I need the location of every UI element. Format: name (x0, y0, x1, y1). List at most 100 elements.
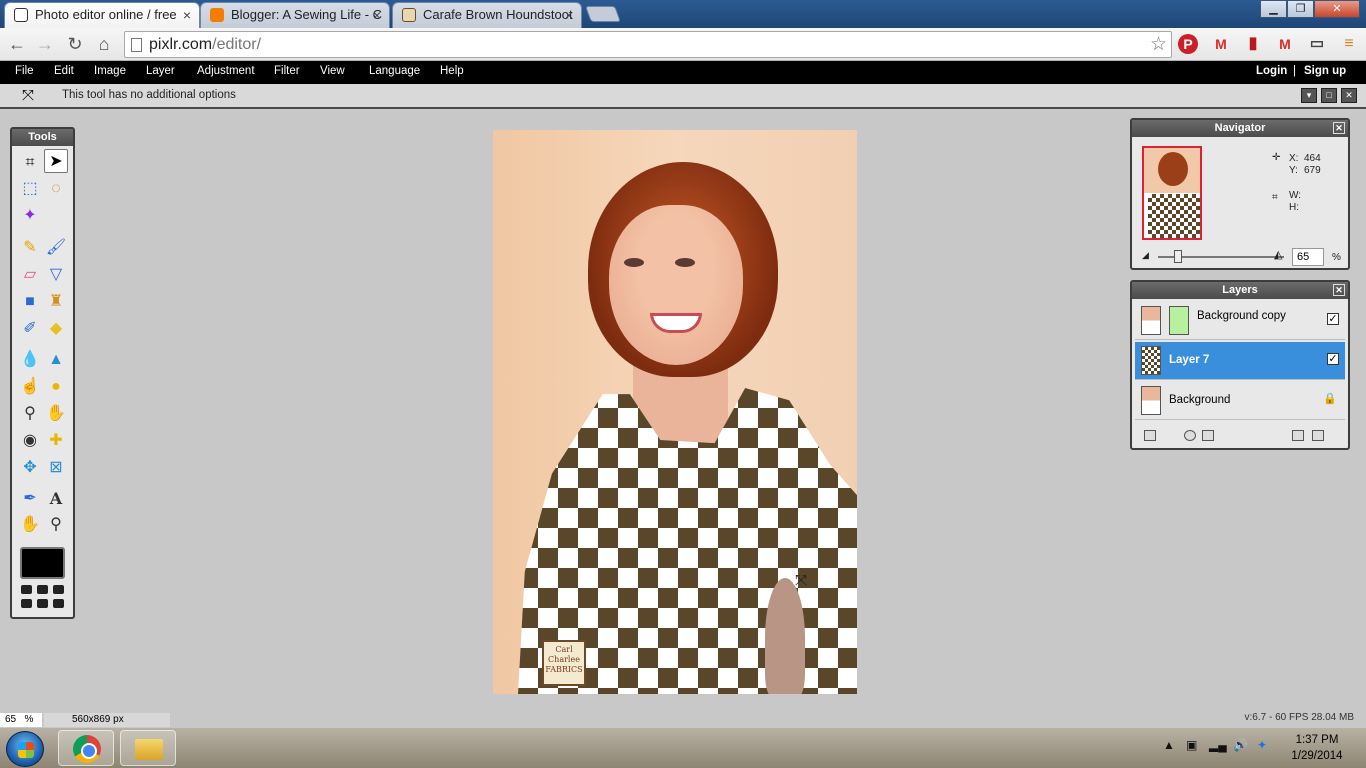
paint-bucket-icon[interactable]: ▽ (44, 263, 68, 287)
pencil-icon[interactable]: ✎ (18, 236, 42, 260)
tab-pixlr[interactable]: Photo editor online / free × (4, 2, 200, 28)
taskbar-explorer[interactable] (120, 730, 176, 766)
signup-link[interactable]: Sign up (1304, 65, 1346, 77)
blur-icon[interactable]: 💧 (18, 348, 42, 372)
logo-line-1: Carl (555, 645, 573, 654)
home-icon[interactable]: ⌂ (93, 33, 115, 55)
restore-icon[interactable]: □ (1321, 88, 1337, 103)
gmail-notifier-icon[interactable]: M (1274, 33, 1296, 55)
color-palette-grid[interactable] (21, 585, 66, 608)
menu-file[interactable]: File (15, 65, 34, 77)
tab-blogger[interactable]: Blogger: A Sewing Life - C × (200, 2, 390, 28)
minimize-button[interactable]: ▁ (1260, 0, 1287, 18)
menu-help[interactable]: Help (440, 65, 464, 77)
close-icon[interactable]: ✕ (1333, 284, 1345, 296)
menu-language[interactable]: Language (369, 65, 420, 77)
pinterest-icon[interactable]: P (1178, 34, 1198, 54)
add-mask-icon[interactable] (1184, 430, 1196, 441)
status-zoom-field[interactable]: 65 % (0, 713, 42, 727)
eyedropper-icon[interactable]: ✒ (18, 487, 42, 511)
layer-row-background[interactable]: Background 🔒 (1135, 382, 1345, 420)
layer-row-layer-7[interactable]: Layer 7 ✓ (1135, 342, 1345, 380)
windows-logo-icon (18, 742, 34, 758)
lasso-icon[interactable]: ◌ (44, 177, 68, 201)
close-icon[interactable]: × (183, 3, 191, 27)
close-window-button[interactable]: ✕ (1314, 0, 1360, 18)
bloat-icon[interactable]: ✥ (18, 456, 42, 480)
color-replace-icon[interactable]: ✐ (18, 317, 42, 341)
delete-layer-icon[interactable] (1312, 430, 1324, 441)
sponge-icon[interactable]: ● (44, 375, 68, 399)
foreground-color-swatch[interactable] (20, 547, 65, 579)
tab-title: Carafe Brown Houndstoot (423, 7, 573, 22)
collapse-icon[interactable]: ▾ (1301, 88, 1317, 103)
taskbar-chrome[interactable] (58, 730, 114, 766)
move-icon[interactable]: ➤ (44, 149, 68, 173)
bookmark-star-icon[interactable]: ☆ (1150, 33, 1167, 56)
shape-icon[interactable]: ◆ (44, 317, 68, 341)
crop-icon[interactable]: ⌗ (18, 151, 42, 175)
close-icon[interactable]: × (373, 3, 381, 27)
forward-icon[interactable]: → (34, 33, 56, 55)
menu-layer[interactable]: Layer (146, 65, 175, 77)
system-clock[interactable]: 1:37 PM 1/29/2014 (1282, 732, 1352, 764)
new-tab-button[interactable] (585, 6, 621, 22)
dropbox-icon[interactable]: ✦ (1257, 738, 1267, 752)
close-icon[interactable]: ✕ (1341, 88, 1357, 103)
menu-separator: | (1293, 65, 1296, 77)
login-link[interactable]: Login (1256, 65, 1287, 77)
zoom-input[interactable]: 65 (1292, 248, 1324, 266)
zoom-slider-handle[interactable] (1174, 250, 1182, 263)
new-layer-icon[interactable] (1292, 430, 1304, 441)
menu-adjustment[interactable]: Adjustment (197, 65, 255, 77)
type-icon[interactable]: A (44, 487, 68, 511)
folder-icon (135, 739, 163, 760)
layer-row-background-copy[interactable]: Background copy ✓ (1135, 302, 1345, 340)
wand-icon[interactable]: ✦ (18, 204, 42, 228)
sharpen-icon[interactable]: ▲ (44, 348, 68, 372)
close-icon[interactable]: × (565, 3, 573, 27)
menu-icon[interactable]: ≡ (1338, 33, 1360, 55)
eraser-icon[interactable]: ▱ (18, 263, 42, 287)
network-icon[interactable]: ▂▄ (1209, 738, 1227, 752)
menu-view[interactable]: View (320, 65, 345, 77)
menu-filter[interactable]: Filter (274, 65, 300, 77)
volume-icon[interactable]: 🔊 (1233, 738, 1248, 752)
address-bar[interactable]: pixlr.com/editor/ ☆ (124, 31, 1172, 58)
gradient-icon[interactable]: ■ (18, 290, 42, 314)
burn-icon[interactable]: ⚲ (18, 402, 42, 426)
visibility-checkbox[interactable]: ✓ (1327, 353, 1339, 365)
close-icon[interactable]: ✕ (1333, 122, 1345, 134)
back-icon[interactable]: ← (6, 33, 28, 55)
maximize-button[interactable]: ❐ (1287, 0, 1314, 18)
hand-icon[interactable]: ✋ (18, 513, 42, 537)
brush-icon[interactable]: 🖌 (44, 236, 68, 260)
tab-carafe[interactable]: Carafe Brown Houndstoot × (392, 2, 582, 28)
marquee-icon[interactable]: ⬚ (18, 177, 42, 201)
clone-stamp-icon[interactable]: ♜ (44, 290, 68, 314)
red-eye-icon[interactable]: ◉ (18, 429, 42, 453)
zoom-icon[interactable]: ⚲ (44, 513, 68, 537)
dodge-icon[interactable]: ✋ (44, 402, 68, 426)
device-icon[interactable]: ▣ (1186, 738, 1197, 752)
pinch-icon[interactable]: ⊠ (44, 456, 68, 480)
zoom-in-icon[interactable]: ◭ (1274, 248, 1282, 261)
navigator-thumbnail[interactable] (1142, 146, 1202, 240)
menu-image[interactable]: Image (94, 65, 126, 77)
zoom-out-icon[interactable]: ◢ (1142, 250, 1149, 261)
spot-heal-icon[interactable]: ✚ (44, 429, 68, 453)
layer-styles-icon[interactable] (1202, 430, 1214, 441)
menu-edit[interactable]: Edit (54, 65, 74, 77)
bookmark-extension-icon[interactable]: ▮ (1242, 33, 1264, 55)
start-button[interactable] (6, 731, 44, 767)
reload-icon[interactable]: ↻ (64, 33, 86, 55)
layer-settings-icon[interactable] (1144, 430, 1156, 441)
tool-options-bar: ⤧ This tool has no additional options ▾ … (0, 84, 1366, 109)
canvas-image[interactable]: Carl Charlee FABRICS (493, 130, 857, 694)
show-hidden-icons-icon[interactable]: ▲ (1163, 738, 1175, 752)
gmail-icon[interactable]: M (1210, 33, 1232, 55)
browser-tab-strip: Photo editor online / free × Blogger: A … (0, 0, 1366, 28)
visibility-checkbox[interactable]: ✓ (1327, 313, 1339, 325)
cast-icon[interactable]: ▭ (1306, 33, 1328, 55)
smudge-icon[interactable]: ☝ (18, 375, 42, 399)
